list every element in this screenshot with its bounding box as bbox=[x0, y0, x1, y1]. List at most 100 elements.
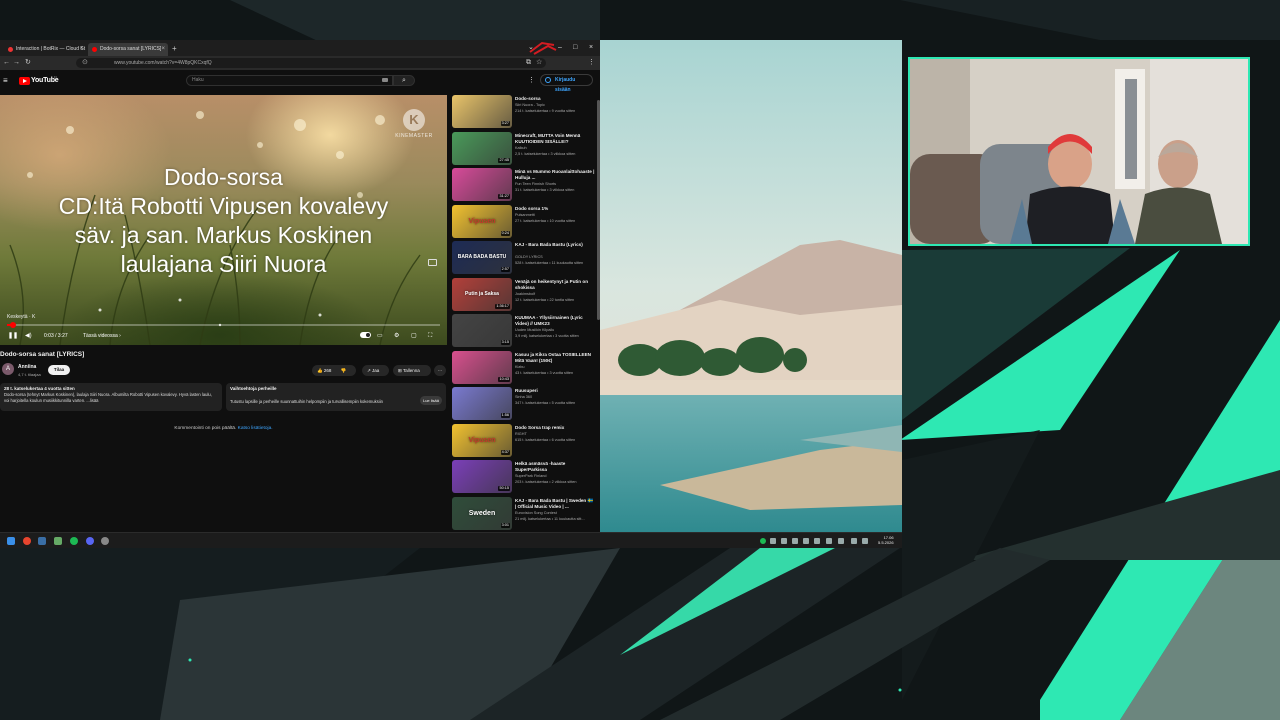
settings-gear-icon[interactable]: ⚙ bbox=[394, 331, 399, 341]
recommendation-title[interactable]: Dodo Sorsa trap remix bbox=[515, 425, 595, 431]
video-thumbnail[interactable]: 1:56 bbox=[452, 387, 512, 420]
subtitles-icon[interactable]: ▭ bbox=[377, 331, 383, 341]
settings-more-icon[interactable]: ⋮ bbox=[528, 76, 535, 85]
tray-icon[interactable] bbox=[803, 538, 809, 544]
speaker-icon[interactable] bbox=[862, 538, 868, 544]
recommendation-channel[interactable]: RIGHT bbox=[515, 432, 527, 436]
recommendation-channel[interactable]: Uuden Musiikin Kilpailu bbox=[515, 328, 554, 332]
recommendation-channel[interactable]: SuperPark Finland bbox=[515, 474, 546, 478]
video-thumbnail[interactable]: 10:43 bbox=[452, 350, 512, 384]
recommendation-title[interactable]: KAJ - Bara Bada Bastu | Sweden 🇸🇪 | Offi… bbox=[515, 498, 595, 510]
tray-icon[interactable] bbox=[770, 538, 776, 544]
recommendation-title[interactable]: Ruusuperi bbox=[515, 388, 595, 394]
spotify-icon[interactable] bbox=[70, 537, 78, 545]
chapter-button[interactable]: Tässä videossa › bbox=[83, 331, 121, 341]
steam-icon[interactable] bbox=[38, 537, 46, 545]
discord-icon[interactable] bbox=[86, 537, 94, 545]
tray-icon[interactable] bbox=[826, 538, 832, 544]
progress-bar[interactable] bbox=[7, 322, 440, 328]
tab-interaction[interactable]: Interaction | BotRix — Cloud St × bbox=[4, 43, 86, 56]
save-button[interactable]: ⊞ Tallenna bbox=[393, 365, 431, 376]
maximize-icon[interactable]: □ bbox=[573, 42, 577, 53]
subscribe-button[interactable]: Tilaa bbox=[48, 365, 70, 375]
minimize-icon[interactable]: – bbox=[558, 42, 562, 53]
recommendation-item[interactable]: 10:43 Kasuu ja Kikra Ostaa TOSIELLEEN Mit… bbox=[452, 350, 598, 388]
tray-spotify-icon[interactable] bbox=[760, 538, 766, 544]
theater-mode-icon[interactable]: ▢ bbox=[411, 331, 417, 341]
tray-icon[interactable] bbox=[814, 538, 820, 544]
video-thumbnail[interactable]: Sweden 3:01 bbox=[452, 496, 512, 530]
recommendation-item[interactable]: Sweden 3:01 KAJ - Bara Bada Bastu | Sweden… bbox=[452, 496, 598, 533]
recommendation-title[interactable]: KAJ - Bara Bada Bastu (Lyrics) bbox=[515, 242, 595, 248]
recommendation-channel[interactable]: Pulsanmetti bbox=[515, 213, 535, 217]
fullscreen-icon[interactable]: ⛶ bbox=[428, 331, 432, 341]
search-input[interactable]: Haku bbox=[186, 75, 393, 86]
start-icon[interactable] bbox=[7, 537, 15, 545]
tab-youtube[interactable]: Dodo-sorsa sanat [LYRICS] × bbox=[88, 43, 168, 56]
volume-icon[interactable]: ◀) bbox=[25, 331, 32, 341]
site-info-icon[interactable]: ⊙ bbox=[82, 58, 88, 68]
recommendation-item[interactable]: Vipusen 0:24 Dodo sorsa 1% Pulsanmetti 27 t.… bbox=[452, 204, 598, 242]
recommendation-item[interactable]: Vipusen 4:37 Dodo Sorsa trap remix RIGHT 615… bbox=[452, 423, 598, 461]
browser-menu-icon[interactable]: ⋮ bbox=[588, 58, 595, 68]
scrollbar[interactable] bbox=[597, 100, 600, 320]
wifi-icon[interactable] bbox=[851, 538, 857, 544]
hamburger-menu-icon[interactable]: ≡ bbox=[3, 76, 8, 85]
url-input[interactable]: www.youtube.com/watch?v=4W8pQKCxqfQ bbox=[76, 58, 546, 68]
video-thumbnail[interactable]: Vipusen 4:37 bbox=[452, 423, 512, 457]
recommendation-title[interactable]: KUUMAA - Yllysiirnainen (Lyric Video) //… bbox=[515, 315, 595, 327]
recommendation-title[interactable]: Dodo sorsa 1% bbox=[515, 206, 595, 212]
recommendation-channel[interactable]: Fun Teen Finnish Shorts bbox=[515, 182, 556, 186]
learn-more-link[interactable]: Katso lisätietoja. bbox=[238, 426, 273, 431]
settings-taskbar-icon[interactable] bbox=[101, 537, 109, 545]
tray-icon[interactable] bbox=[792, 538, 798, 544]
description-box[interactable]: 28 t. katselukertaa 4 vuotta sitten Dodo… bbox=[0, 383, 222, 411]
sign-in-button[interactable]: Kirjaudu sisään bbox=[540, 74, 593, 93]
browser-taskbar-icon[interactable] bbox=[23, 537, 31, 545]
tray-icon[interactable] bbox=[781, 538, 787, 544]
recommendation-title[interactable]: Kasuu ja Kikra Ostaa TOSIELLEEN Mitä Vaa… bbox=[515, 352, 595, 364]
forward-icon[interactable]: → bbox=[13, 58, 20, 68]
channel-name[interactable]: Anniina bbox=[18, 364, 36, 370]
recommendation-channel[interactable]: Sinha 360 bbox=[515, 395, 532, 399]
miniplayer-icon[interactable] bbox=[428, 259, 437, 266]
dislike-button[interactable]: 👎 bbox=[341, 368, 347, 373]
recommendation-item[interactable]: 1:56 Ruusuperi Sinha 360 347 t. katselukert… bbox=[452, 387, 598, 424]
more-actions-button[interactable]: ··· bbox=[434, 365, 446, 376]
app-icon[interactable] bbox=[54, 537, 62, 545]
recommendation-item[interactable]: 31:27 Minä vs Mummo Ruoanlaittohaaste | H… bbox=[452, 168, 598, 205]
video-thumbnail[interactable]: 50:15 bbox=[452, 460, 512, 493]
recommendation-channel[interactable]: Siiri Nuora - Topic bbox=[515, 103, 545, 107]
recommendation-item[interactable]: 3:15 KUUMAA - Yllysiirnainen (Lyric Video… bbox=[452, 314, 598, 351]
video-player[interactable]: K KINEMASTER Dodo-sorsa CD:Itä Robotti V… bbox=[0, 95, 447, 345]
recommendation-item[interactable]: 27:45 Minecraft, MUTTA Voin Mennä KUUTIOI… bbox=[452, 131, 598, 169]
recommendation-channel[interactable]: Kalkuh bbox=[515, 146, 527, 150]
keyboard-icon[interactable] bbox=[382, 78, 388, 82]
pause-icon[interactable]: ❚❚ bbox=[8, 331, 18, 341]
video-thumbnail[interactable]: 3:27 bbox=[452, 95, 512, 128]
video-thumbnail[interactable]: 3:15 bbox=[452, 314, 512, 347]
search-button[interactable]: ⌕ bbox=[393, 75, 415, 86]
recommendation-item[interactable]: 3:27 Dodo-sorsa Siiri Nuora - Topic 214 t. … bbox=[452, 95, 598, 132]
chevron-down-icon[interactable]: ⌄ bbox=[528, 42, 534, 53]
recommendation-title[interactable]: Minä vs Mummo Ruoanlaittohaaste | Hulluj… bbox=[515, 169, 595, 181]
recommendation-title[interactable]: Minecraft, MUTTA Voin Mennä KUUTIOIDEN S… bbox=[515, 133, 595, 145]
close-tab-icon[interactable]: × bbox=[79, 43, 83, 56]
recommendation-channel[interactable]: Kizbu bbox=[515, 365, 525, 369]
autoplay-toggle[interactable] bbox=[360, 332, 371, 338]
recommendation-channel[interactable]: Eurovision Song Contest bbox=[515, 511, 557, 515]
recommendation-title[interactable]: Dodo-sorsa bbox=[515, 96, 595, 102]
close-tab-icon[interactable]: × bbox=[161, 43, 165, 56]
read-more-button[interactable]: Lue lisää bbox=[420, 396, 442, 405]
recommendation-channel[interactable]: GOLDY LYRICS bbox=[515, 255, 543, 259]
reload-icon[interactable]: ↻ bbox=[25, 58, 31, 68]
new-tab-icon[interactable]: + bbox=[172, 43, 177, 54]
recommendation-item[interactable]: BARA BADA BASTU 2:57 KAJ - Bara Bada Bastu… bbox=[452, 241, 598, 278]
recommendation-item[interactable]: 50:15 Helkä asmäsvä -haaste SuperParkissa… bbox=[452, 460, 598, 497]
channel-avatar[interactable]: A bbox=[2, 363, 14, 375]
tray-icon[interactable] bbox=[838, 538, 844, 544]
recommendation-title[interactable]: Helkä asmäsvä -haaste SuperParkissa bbox=[515, 461, 595, 473]
recommendation-title[interactable]: Venäjä on heikentynyt ja Putin on shokis… bbox=[515, 279, 595, 291]
video-thumbnail[interactable]: 31:27 bbox=[452, 168, 512, 201]
close-window-icon[interactable]: × bbox=[589, 42, 593, 53]
